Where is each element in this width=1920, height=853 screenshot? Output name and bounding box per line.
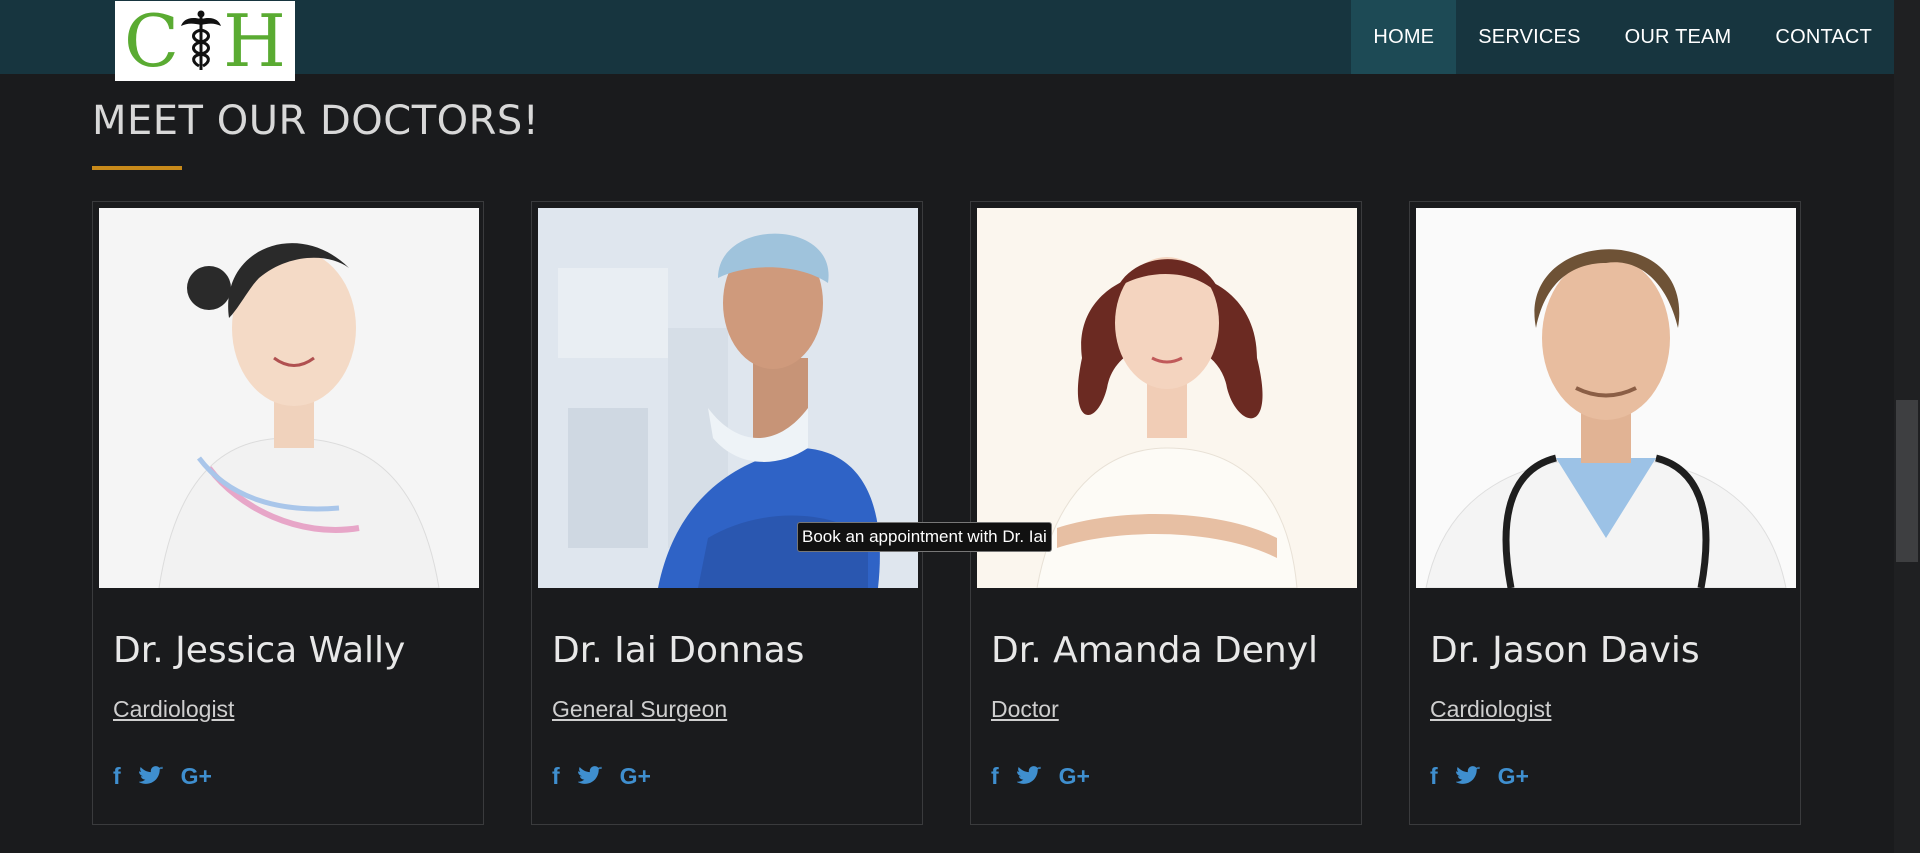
doctor-card: Dr. Amanda Denyl Doctor f G+ bbox=[970, 201, 1362, 825]
doctor-name: Dr. Iai Donnas bbox=[552, 630, 805, 671]
section-title: MEET OUR DOCTORS! bbox=[92, 98, 540, 144]
doctor-card: Dr. Iai Donnas General Surgeon f G+ bbox=[531, 201, 923, 825]
doctor-name: Dr. Amanda Denyl bbox=[991, 630, 1319, 671]
logo-letter-h: H bbox=[223, 0, 286, 83]
title-underline bbox=[92, 166, 182, 170]
social-links: f G+ bbox=[991, 762, 1090, 790]
nav-services[interactable]: SERVICES bbox=[1456, 0, 1602, 74]
google-plus-icon[interactable]: G+ bbox=[620, 762, 651, 790]
doctor-specialty-link[interactable]: Cardiologist bbox=[1430, 696, 1551, 723]
navbar: C H HOME SERVICES OUR TEAM CONTACT bbox=[0, 0, 1894, 81]
twitter-icon[interactable] bbox=[1455, 766, 1480, 786]
logo-letter-c: C bbox=[124, 0, 180, 83]
facebook-icon[interactable]: f bbox=[1430, 762, 1438, 790]
doctor-portrait-image bbox=[1416, 208, 1796, 588]
logo[interactable]: C H bbox=[115, 1, 295, 81]
scrollbar-thumb[interactable] bbox=[1896, 400, 1918, 562]
twitter-icon[interactable] bbox=[1016, 766, 1041, 786]
facebook-icon[interactable]: f bbox=[552, 762, 560, 790]
social-links: f G+ bbox=[552, 762, 651, 790]
page-scrollbar[interactable] bbox=[1894, 0, 1920, 853]
doctor-name: Dr. Jason Davis bbox=[1430, 630, 1700, 671]
social-links: f G+ bbox=[1430, 762, 1529, 790]
appointment-tooltip: Book an appointment with Dr. Iai bbox=[797, 522, 1052, 552]
doctor-specialty-link[interactable]: Doctor bbox=[991, 696, 1059, 723]
twitter-icon[interactable] bbox=[138, 766, 163, 786]
doctor-card: Dr. Jessica Wally Cardiologist f G+ bbox=[92, 201, 484, 825]
social-links: f G+ bbox=[113, 762, 212, 790]
twitter-icon[interactable] bbox=[577, 766, 602, 786]
doctor-specialty-link[interactable]: Cardiologist bbox=[113, 696, 234, 723]
doctor-portrait-image bbox=[99, 208, 479, 588]
doctor-name: Dr. Jessica Wally bbox=[113, 630, 406, 671]
google-plus-icon[interactable]: G+ bbox=[1059, 762, 1090, 790]
google-plus-icon[interactable]: G+ bbox=[181, 762, 212, 790]
doctor-photo-jessica[interactable] bbox=[99, 208, 479, 588]
doctor-photo-jason[interactable] bbox=[1416, 208, 1796, 588]
main-nav: HOME SERVICES OUR TEAM CONTACT bbox=[1351, 0, 1894, 74]
doctor-card: Dr. Jason Davis Cardiologist f G+ bbox=[1409, 201, 1801, 825]
nav-contact[interactable]: CONTACT bbox=[1753, 0, 1894, 74]
nav-our-team[interactable]: OUR TEAM bbox=[1603, 0, 1754, 74]
nav-home[interactable]: HOME bbox=[1351, 0, 1457, 74]
facebook-icon[interactable]: f bbox=[113, 762, 121, 790]
caduceus-icon bbox=[181, 10, 222, 70]
doctor-specialty-link[interactable]: General Surgeon bbox=[552, 696, 727, 723]
google-plus-icon[interactable]: G+ bbox=[1498, 762, 1529, 790]
facebook-icon[interactable]: f bbox=[991, 762, 999, 790]
